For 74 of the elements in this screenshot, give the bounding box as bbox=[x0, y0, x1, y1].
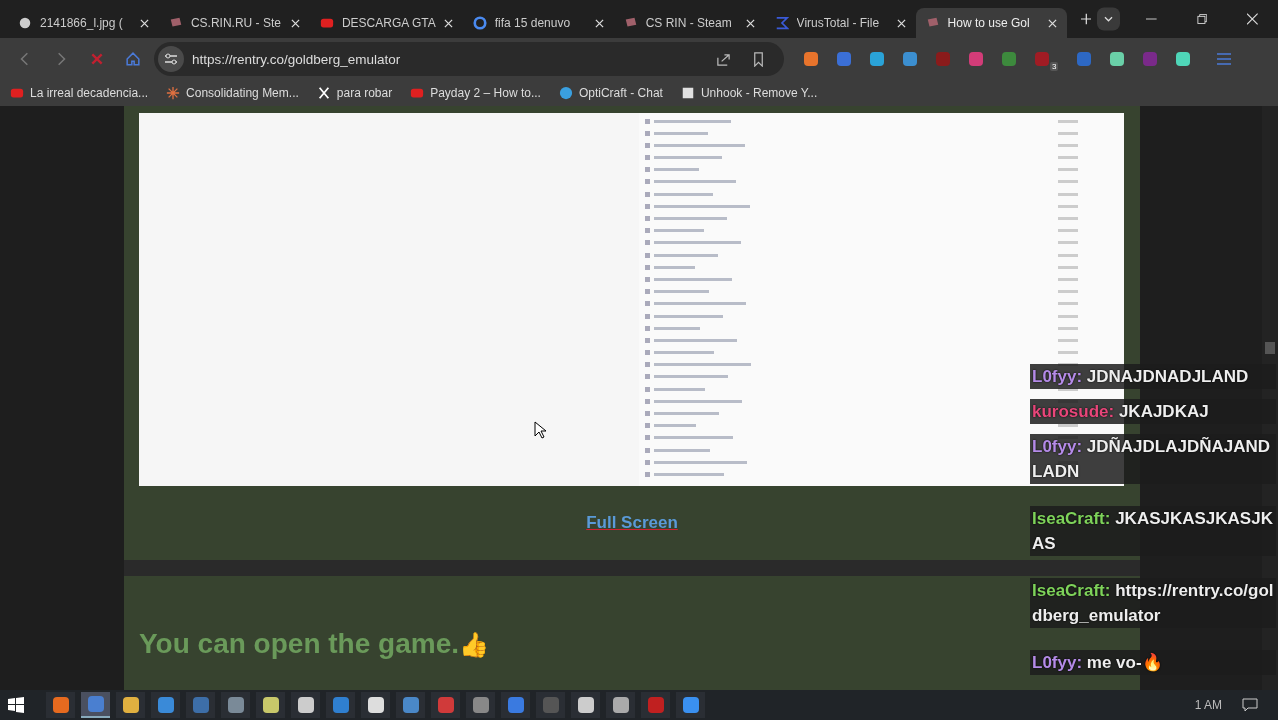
browser-tab[interactable]: 2141866_l.jpg ( bbox=[8, 8, 159, 38]
chat-message: kurosude: JKAJDKAJ bbox=[1030, 399, 1276, 424]
favicon-icon bbox=[680, 86, 695, 100]
close-icon[interactable] bbox=[896, 18, 906, 28]
extension-icon[interactable] bbox=[870, 52, 884, 66]
favicon-icon bbox=[472, 16, 487, 30]
taskbar-app-icon[interactable] bbox=[116, 692, 145, 718]
site-settings-icon[interactable] bbox=[158, 46, 184, 72]
favicon-icon bbox=[319, 16, 334, 30]
favicon-icon bbox=[410, 86, 425, 100]
bookmark-link[interactable]: Consolidating Mem... bbox=[166, 86, 299, 100]
favicon-icon bbox=[316, 86, 331, 100]
taskbar-app-icon[interactable] bbox=[291, 692, 320, 718]
browser-tab[interactable]: fifa 15 denuvo bbox=[462, 8, 614, 38]
chat-message: IseaCraft: JKASJKASJKASJKAS bbox=[1030, 506, 1276, 556]
favicon-icon bbox=[774, 16, 789, 30]
extension-badge: 3 bbox=[1050, 61, 1059, 71]
mouse-cursor-icon bbox=[534, 421, 546, 439]
chat-message: L0fyy: me vo-🔥 bbox=[1030, 650, 1276, 675]
section-heading: You can open the game.👍 bbox=[139, 628, 490, 660]
close-icon[interactable] bbox=[443, 18, 453, 28]
bookmark-link[interactable]: OptiCraft - Chat bbox=[558, 86, 663, 100]
tab-title: DESCARGA GTA bbox=[341, 16, 436, 30]
chat-message: L0fyy: JDNAJDNADJLAND bbox=[1030, 364, 1276, 389]
extension-icon[interactable] bbox=[1110, 52, 1125, 66]
taskbar-app-icon[interactable] bbox=[361, 692, 390, 718]
close-icon[interactable] bbox=[594, 18, 604, 28]
chat-message: L0fyy: JDÑAJDLAJDÑAJANDLADN bbox=[1030, 434, 1276, 484]
taskbar-app-icon[interactable] bbox=[256, 692, 285, 718]
close-icon[interactable] bbox=[290, 18, 300, 28]
favicon-icon bbox=[558, 86, 573, 100]
tab-title: fifa 15 denuvo bbox=[494, 16, 572, 30]
browser-tab[interactable]: CS RIN - Steam bbox=[613, 8, 765, 38]
share-icon[interactable] bbox=[716, 51, 731, 67]
extension-icon[interactable] bbox=[1176, 52, 1191, 66]
favicon-icon bbox=[166, 86, 181, 100]
windows-logo-icon[interactable] bbox=[8, 697, 24, 713]
home-icon[interactable] bbox=[126, 52, 140, 66]
notification-icon[interactable] bbox=[1242, 698, 1258, 712]
address-bar[interactable]: https://rentry.co/goldberg_emulator bbox=[154, 42, 784, 76]
url-text: https://rentry.co/goldberg_emulator bbox=[192, 51, 401, 67]
close-icon[interactable] bbox=[745, 18, 755, 28]
close-icon[interactable] bbox=[1247, 13, 1258, 25]
bookmark-link[interactable]: Payday 2 – How to... bbox=[410, 86, 541, 100]
chat-message: IseaCraft: https://rentry.co/goldberg_emulator bbox=[1030, 578, 1276, 628]
clock-text: 1 AM bbox=[1194, 698, 1222, 712]
tab-title: CS RIN - Steam bbox=[645, 16, 733, 30]
favicon-icon bbox=[18, 16, 32, 30]
new-tab-icon[interactable] bbox=[1080, 13, 1092, 25]
taskbar-app-icon[interactable] bbox=[571, 692, 600, 718]
tab-title: VirusTotal - File bbox=[796, 16, 881, 30]
bookmark-link[interactable]: La irreal decadencia... bbox=[10, 86, 149, 100]
browser-tab[interactable]: VirusTotal - File bbox=[764, 8, 916, 38]
browser-tab[interactable]: How to use Gol bbox=[915, 8, 1067, 38]
chevron-down-icon[interactable] bbox=[1097, 6, 1121, 32]
tab-title: How to use Gol bbox=[947, 16, 1031, 30]
close-icon[interactable] bbox=[139, 18, 149, 28]
taskbar-app-icon[interactable] bbox=[676, 692, 705, 718]
taskbar-app-icon[interactable] bbox=[46, 692, 75, 718]
menu-icon[interactable] bbox=[1217, 52, 1232, 66]
bookmark-link[interactable]: Unhook - Remove Y... bbox=[680, 86, 818, 100]
close-icon[interactable] bbox=[1047, 18, 1057, 28]
bookmark-link[interactable]: para robar bbox=[316, 86, 393, 100]
taskbar-app-icon[interactable] bbox=[606, 692, 635, 718]
bookmark-icon[interactable] bbox=[751, 51, 766, 67]
browser-tab[interactable]: CS.RIN.RU - Ste bbox=[158, 8, 310, 38]
browser-tab[interactable]: DESCARGA GTA bbox=[309, 8, 463, 38]
restore-icon[interactable] bbox=[1196, 13, 1208, 25]
scrollbar-thumb[interactable] bbox=[1265, 342, 1275, 354]
favicon-icon bbox=[10, 86, 24, 100]
tab-title: 2141866_l.jpg ( bbox=[40, 16, 124, 30]
full-screen-link[interactable]: Full Screen bbox=[586, 513, 678, 533]
tab-title: CS.RIN.RU - Ste bbox=[190, 16, 282, 30]
extension-icon[interactable] bbox=[804, 52, 818, 66]
